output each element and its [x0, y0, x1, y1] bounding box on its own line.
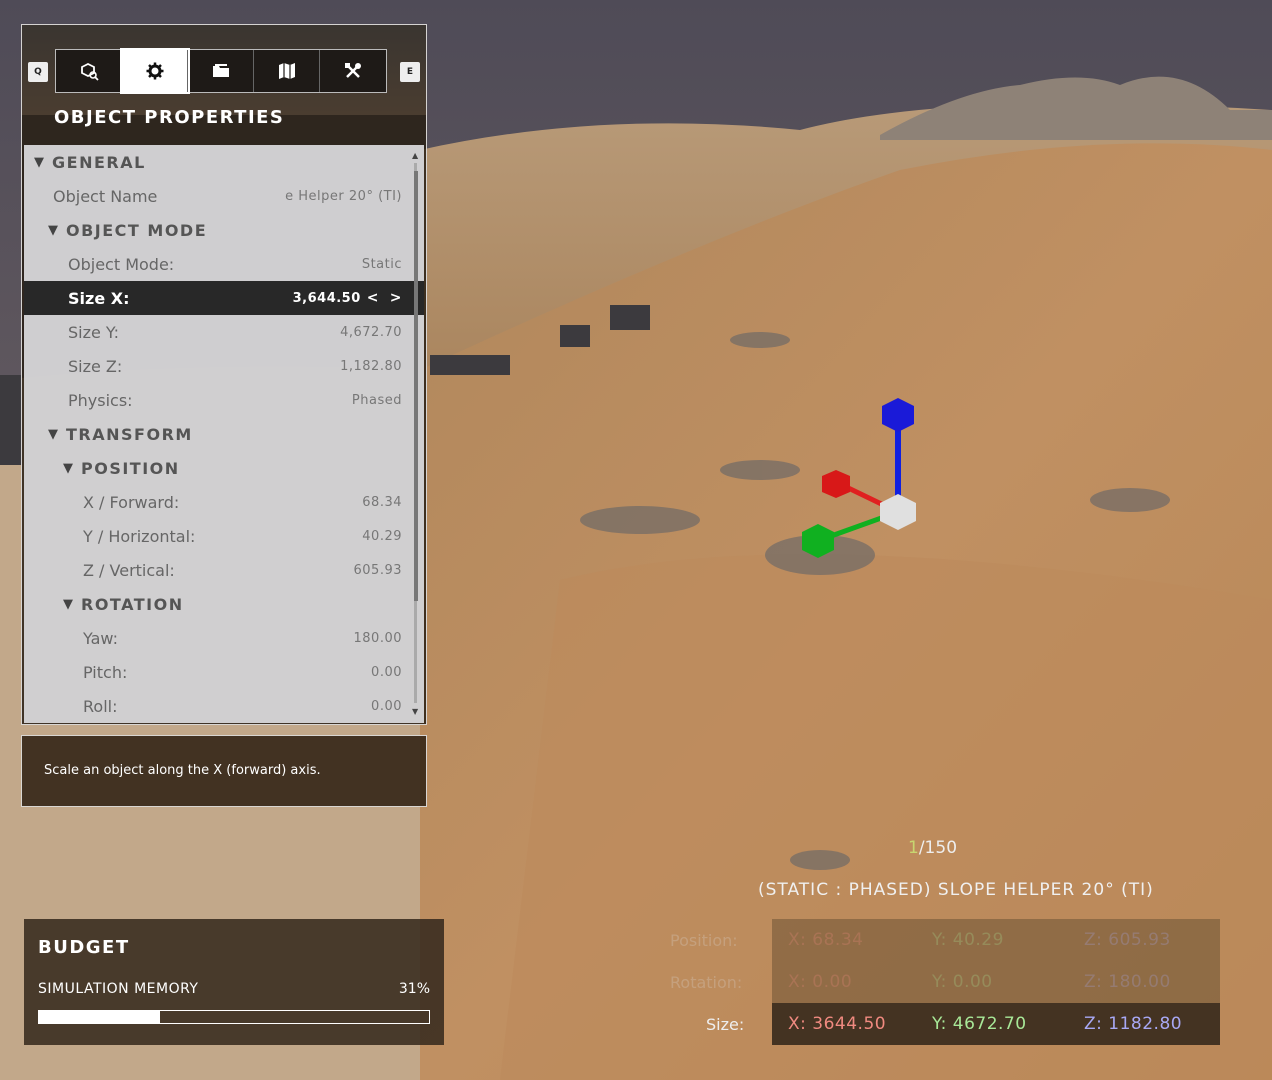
simulation-memory-percent: 31%	[398, 981, 430, 997]
object-counter-current: 1	[908, 838, 919, 858]
collapse-arrow-icon: ▼	[48, 222, 58, 238]
section-position[interactable]: ▼ POSITION	[63, 451, 424, 485]
gear-icon	[146, 62, 163, 80]
property-object-name[interactable]: Object Name e Helper 20° (TI)	[53, 179, 424, 213]
tab-map[interactable]	[254, 50, 320, 92]
size-x-value: 3,644.50	[292, 291, 361, 306]
section-transform[interactable]: ▼ TRANSFORM	[48, 417, 424, 451]
object-properties-panel: Q E OBJECT PROPERTIES ▼ GENERAL Object N…	[21, 24, 427, 725]
property-roll[interactable]: Roll: 0.00	[83, 689, 424, 723]
property-pitch[interactable]: Pitch: 0.00	[83, 655, 424, 689]
property-size-y[interactable]: Size Y: 4,672.70	[68, 315, 424, 349]
position-readout: X: 68.34 Y: 40.29 Z: 605.93	[788, 930, 1171, 950]
collapse-arrow-icon: ▼	[63, 460, 73, 476]
map-icon	[278, 63, 295, 79]
tab-bar	[55, 48, 387, 94]
section-object-mode[interactable]: ▼ OBJECT MODE	[48, 213, 424, 247]
properties-list: ▼ GENERAL Object Name e Helper 20° (TI) …	[24, 145, 424, 723]
selected-object-name: (STATIC : PHASED) SLOPE HELPER 20° (TI)	[758, 880, 1154, 900]
property-yaw[interactable]: Yaw: 180.00	[83, 621, 424, 655]
property-object-mode[interactable]: Object Mode: Static	[68, 247, 424, 281]
object-browser-icon	[80, 62, 99, 81]
object-counter-total: /150	[918, 838, 958, 858]
transform-readout: X: 68.34 Y: 40.29 Z: 605.93 X: 0.00 Y: 0…	[772, 919, 1220, 1045]
tab-object-browser[interactable]	[56, 50, 122, 92]
value-stepper-icon[interactable]: < >	[367, 290, 402, 306]
tools-icon	[345, 63, 361, 78]
panel-toolbar: Q E	[22, 25, 426, 115]
scroll-up-icon[interactable]: ▲	[412, 151, 418, 160]
tab-object-properties[interactable]	[120, 48, 190, 94]
collapse-arrow-icon: ▼	[63, 596, 73, 612]
collapse-arrow-icon: ▼	[34, 154, 44, 170]
folder-icon	[212, 64, 229, 77]
tab-tools[interactable]	[320, 50, 386, 92]
budget-title: BUDGET	[38, 937, 130, 958]
collapse-arrow-icon: ▼	[48, 426, 58, 442]
property-position-x[interactable]: X / Forward: 68.34	[83, 485, 424, 519]
tooltip-text: Scale an object along the X (forward) ax…	[44, 763, 321, 778]
tab-folder[interactable]	[188, 50, 254, 92]
simulation-memory-bar	[38, 1010, 430, 1024]
scrollbar[interactable]: ▲ ▼	[412, 145, 420, 723]
property-size-x[interactable]: Size X: 3,644.50 < >	[24, 281, 424, 315]
property-physics[interactable]: Physics: Phased	[68, 383, 424, 417]
scroll-thumb[interactable]	[414, 171, 418, 601]
size-readout: X: 3644.50 Y: 4672.70 Z: 1182.80	[772, 1003, 1220, 1045]
rotation-label: Rotation:	[670, 973, 743, 992]
property-position-y[interactable]: Y / Horizontal: 40.29	[83, 519, 424, 553]
section-general[interactable]: ▼ GENERAL	[34, 145, 424, 179]
property-position-z[interactable]: Z / Vertical: 605.93	[83, 553, 424, 587]
budget-panel: BUDGET SIMULATION MEMORY 31%	[24, 919, 444, 1045]
position-label: Position:	[670, 931, 738, 950]
size-label: Size:	[706, 1015, 745, 1034]
rotation-readout: X: 0.00 Y: 0.00 Z: 180.00	[788, 972, 1171, 992]
section-rotation[interactable]: ▼ ROTATION	[63, 587, 424, 621]
prev-tab-key[interactable]: Q	[28, 62, 48, 82]
simulation-memory-fill	[39, 1011, 160, 1023]
description-tooltip: Scale an object along the X (forward) ax…	[21, 735, 427, 807]
panel-title: OBJECT PROPERTIES	[54, 107, 285, 128]
scroll-down-icon[interactable]: ▼	[412, 707, 418, 716]
simulation-memory-label: SIMULATION MEMORY	[38, 981, 199, 997]
property-size-z[interactable]: Size Z: 1,182.80	[68, 349, 424, 383]
object-counter: 1/150	[908, 838, 957, 858]
next-tab-key[interactable]: E	[400, 62, 420, 82]
